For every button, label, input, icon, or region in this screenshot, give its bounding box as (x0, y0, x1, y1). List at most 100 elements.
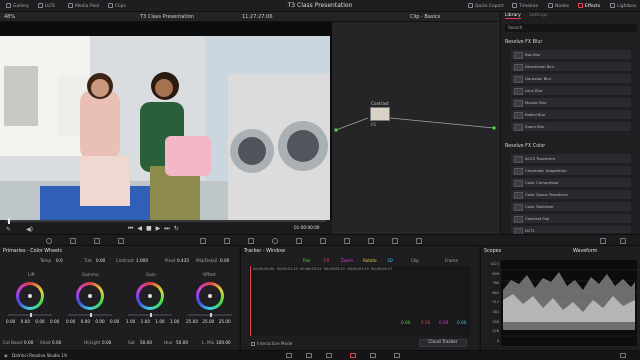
zoom-level[interactable]: 48% (4, 14, 15, 20)
key-icon[interactable] (368, 238, 374, 244)
lift-wheel[interactable] (16, 282, 44, 310)
waveform-scope (501, 260, 637, 346)
fx-item[interactable]: Chromatic Adaptation (511, 166, 631, 175)
temp-value[interactable]: 0.0 (56, 258, 63, 263)
track-value: 0.00 (401, 320, 411, 325)
lift-master-slider[interactable] (8, 313, 52, 317)
tint-label: Tint (84, 258, 92, 263)
fx-item[interactable]: ACES Transform (511, 154, 631, 163)
mode-tilt[interactable]: Tilt (323, 258, 329, 263)
motion-effects-icon[interactable] (118, 238, 124, 244)
fx-item[interactable]: Zoom Blur (511, 122, 631, 131)
qualifier-icon[interactable] (248, 238, 254, 244)
pen-icon[interactable]: ✎ (6, 226, 11, 233)
mode-zoom[interactable]: Zoom (341, 258, 353, 263)
color-page-icon[interactable] (350, 353, 356, 358)
fx-item[interactable]: Contrast Pop (511, 214, 631, 223)
fx-item[interactable]: Lens Blur (511, 86, 631, 95)
tracker-graph[interactable] (249, 266, 471, 336)
hue-value[interactable]: 50.00 (176, 340, 188, 345)
node-label: Contrast (371, 101, 389, 106)
search-input[interactable]: Search (505, 24, 637, 32)
color-warper-icon[interactable] (224, 238, 230, 244)
sizing-icon[interactable] (392, 238, 398, 244)
viewer-timecode: 11:27:27:06 (242, 14, 273, 20)
fx-item[interactable]: DCTL (511, 226, 631, 235)
contrast-value[interactable]: 1.000 (136, 258, 148, 263)
wheel-label-gamma: Gamma (82, 272, 99, 277)
tracker-type-select[interactable]: Cloud Tracker (419, 339, 467, 347)
wheel-label-lift: Lift (28, 272, 35, 277)
settings-icon[interactable] (620, 353, 626, 358)
node-thumbnail[interactable] (370, 107, 390, 121)
col-boost-value[interactable]: 0.00 (24, 340, 33, 345)
offset-wheel[interactable] (196, 282, 224, 310)
fx-item[interactable]: Color Compressor (511, 178, 631, 187)
scrubber-handle[interactable] (8, 218, 10, 224)
blur-icon[interactable] (344, 238, 350, 244)
gain-master-slider[interactable] (128, 313, 172, 317)
clip-label[interactable]: Clip (411, 258, 419, 263)
pivot-value[interactable]: 0.435 (177, 258, 189, 263)
fairlight-page-icon[interactable] (370, 353, 376, 358)
sat-label: Sat (128, 340, 135, 345)
curves-icon[interactable] (200, 238, 206, 244)
tracker-icon[interactable] (296, 238, 302, 244)
tracker-panel: Tracker - Window Pan Tilt Zoom Rotate 3D… (240, 246, 478, 350)
nav-nodes[interactable]: Nodes (548, 3, 569, 9)
scope-axis: 1023 896 768 640 512 384 256 128 0 (490, 262, 499, 343)
tracker-playhead[interactable] (250, 266, 251, 336)
fx-item[interactable]: Color Space Transform (511, 190, 631, 199)
nav-effects[interactable]: Effects (578, 3, 600, 9)
project-title: T3 Class Presentation (287, 2, 353, 9)
magic-mask-icon[interactable] (320, 238, 326, 244)
deliver-page-icon[interactable] (394, 353, 400, 358)
viewer[interactable] (0, 22, 332, 220)
color-wheels-panel: Primaries - Color Wheels Temp 0.0 Tint 0… (0, 246, 238, 350)
lum-mix-value[interactable]: 100.00 (216, 340, 231, 345)
window-icon[interactable] (272, 238, 278, 244)
tint-value[interactable]: 0.00 (96, 258, 105, 263)
playback-controls[interactable]: ⏮◀■▶⏭↻ (128, 225, 183, 233)
rgb-mixer-icon[interactable] (94, 238, 100, 244)
mode-pan[interactable]: Pan (303, 258, 311, 263)
hue-label: Hue (164, 340, 173, 345)
fx-item[interactable]: Radial Blur (511, 110, 631, 119)
3d-icon[interactable] (416, 238, 422, 244)
viewer-scrubber[interactable] (6, 220, 326, 222)
mode-3d[interactable]: 3D (387, 258, 393, 263)
gamma-master-slider[interactable] (68, 313, 112, 317)
resolve-logo-icon: ◉ (4, 353, 8, 358)
media-page-icon[interactable] (286, 353, 292, 358)
color-wheels-icon[interactable] (46, 238, 52, 244)
nav-quick-export[interactable]: Quick Export (468, 3, 504, 9)
middetail-value[interactable]: 0.00 (220, 258, 229, 263)
fx-item[interactable]: Mosaic Blur (511, 98, 631, 107)
interactive-mode-checkbox[interactable]: Interactive Mode (251, 341, 292, 346)
scope-type-select[interactable]: Waveform (573, 249, 597, 254)
edit-page-icon[interactable] (326, 353, 332, 358)
fx-item[interactable]: Directional Blur (511, 62, 631, 71)
gain-wheel[interactable] (136, 282, 164, 310)
contrast-label: Contrast (116, 258, 134, 263)
nav-lightbox[interactable]: Lightbox (610, 3, 636, 9)
offset-master-slider[interactable] (188, 313, 232, 317)
shad-value[interactable]: 0.00 (52, 340, 61, 345)
info-icon[interactable] (620, 238, 626, 244)
fx-item[interactable]: Color Stabilizer (511, 202, 631, 211)
sat-value[interactable]: 50.00 (140, 340, 152, 345)
frame-label[interactable]: Frame (445, 258, 458, 263)
scopes-toggle-icon[interactable] (600, 238, 606, 244)
mode-rotate[interactable]: Rotate (363, 258, 377, 263)
hilight-value[interactable]: 0.00 (102, 340, 111, 345)
gamma-wheel[interactable] (76, 282, 104, 310)
tab-library[interactable]: Library (505, 13, 521, 19)
tab-settings[interactable]: Settings (529, 13, 547, 18)
nav-timeline[interactable]: Timeline (512, 3, 538, 9)
cut-page-icon[interactable] (306, 353, 312, 358)
volume-icon[interactable]: ◀) (26, 226, 33, 233)
hdr-icon[interactable] (70, 238, 76, 244)
fx-item[interactable]: Gaussian Blur (511, 74, 631, 83)
node-editor[interactable]: Contrast 01 (332, 22, 500, 234)
fx-item[interactable]: Box Blur (511, 50, 631, 59)
